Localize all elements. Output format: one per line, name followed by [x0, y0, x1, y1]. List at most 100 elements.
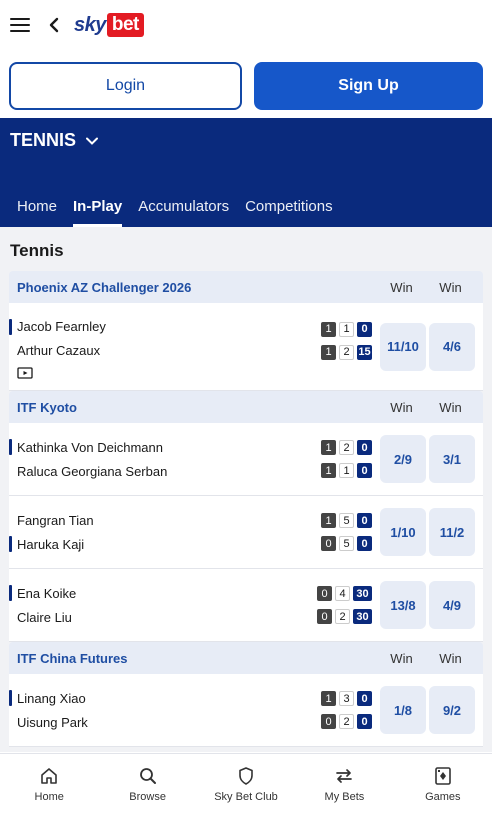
- player-name: Jacob Fearnley: [9, 315, 321, 339]
- logo-bet-text: bet: [106, 13, 144, 37]
- sets-score: 1: [321, 513, 336, 528]
- games-score: 5: [339, 513, 354, 528]
- odds-button[interactable]: 4/9: [429, 581, 475, 629]
- games-score: 4: [335, 586, 350, 601]
- points-score: 0: [357, 440, 372, 455]
- odds-button[interactable]: 9/2: [429, 686, 475, 734]
- nav-my-bets[interactable]: My Bets: [295, 754, 393, 815]
- player-name: Kathinka Von Deichmann: [9, 435, 321, 459]
- nav-label: My Bets: [324, 791, 365, 803]
- odds-button[interactable]: 4/6: [429, 322, 475, 371]
- sets-score: 1: [321, 691, 336, 706]
- points-score: 0: [357, 321, 372, 337]
- live-stream-icon[interactable]: [17, 366, 33, 379]
- sport-header: TENNIS Home In-Play Accumulators Competi…: [0, 118, 492, 227]
- scoreboard: 120 110: [321, 423, 372, 495]
- sky-bet-logo[interactable]: sky bet: [74, 13, 144, 37]
- sets-score: 0: [317, 586, 332, 601]
- odds-button[interactable]: 2/9: [380, 435, 426, 483]
- match-players: Linang Xiao Uisung Park: [9, 674, 321, 746]
- competition-header[interactable]: ITF Kyoto Win Win: [9, 391, 483, 423]
- win-column-label: Win: [439, 399, 462, 415]
- match-players: Ena Koike Claire Liu: [9, 569, 317, 641]
- odds-button[interactable]: 11/10: [380, 322, 426, 371]
- tab-accumulators[interactable]: Accumulators: [138, 198, 229, 227]
- nav-browse[interactable]: Browse: [98, 754, 196, 815]
- player-name: Uisung Park: [17, 714, 88, 730]
- back-arrow-icon[interactable]: [46, 17, 62, 33]
- odds-button[interactable]: 11/2: [429, 508, 475, 556]
- points-score: 30: [353, 609, 372, 624]
- odds-group: 1/10 11/2: [380, 496, 483, 568]
- serving-indicator: [9, 439, 12, 455]
- odds-group: 1/8 9/2: [380, 674, 483, 746]
- nav-label: Home: [34, 791, 64, 803]
- games-score: 2: [339, 714, 354, 729]
- shield-icon: [239, 767, 253, 785]
- sport-tabs: Home In-Play Accumulators Competitions: [0, 198, 350, 227]
- sets-score: 1: [321, 321, 336, 337]
- sets-score: 0: [317, 609, 332, 624]
- chevron-down-icon: [86, 137, 99, 145]
- tab-competitions[interactable]: Competitions: [245, 198, 333, 227]
- scoreboard: 130 020: [321, 674, 372, 746]
- login-button[interactable]: Login: [9, 62, 242, 110]
- odds-button[interactable]: 13/8: [380, 581, 426, 629]
- match-players: Fangran Tian Haruka Kaji: [9, 496, 321, 568]
- competition-name: ITF Kyoto: [17, 399, 77, 415]
- games-score: 3: [339, 691, 354, 706]
- match-row[interactable]: Ena Koike Claire Liu 0 4 30 0 2 30 13/8 4/9: [9, 569, 483, 642]
- competition-header[interactable]: ITF China Futures Win Win: [9, 642, 483, 674]
- odds-button[interactable]: 1/8: [380, 686, 426, 734]
- points-score: 15: [357, 344, 372, 360]
- scoreboard: 150 050: [321, 496, 372, 568]
- sport-selector[interactable]: TENNIS: [10, 130, 99, 151]
- match-row[interactable]: Fangran Tian Haruka Kaji 150 050 1/10 11…: [9, 496, 483, 569]
- sport-title: TENNIS: [10, 130, 77, 150]
- win-column-label: Win: [439, 279, 462, 295]
- nav-games[interactable]: Games: [394, 754, 492, 815]
- player-name: Linang Xiao: [9, 686, 321, 710]
- logo-sky-text: sky: [74, 13, 106, 36]
- tab-home[interactable]: Home: [17, 198, 57, 227]
- win-column-label: Win: [439, 650, 462, 666]
- games-score: 2: [335, 609, 350, 624]
- search-icon: [139, 768, 156, 784]
- odds-button[interactable]: 3/1: [429, 435, 475, 483]
- nav-home[interactable]: Home: [0, 754, 98, 815]
- player-name: Raluca Georgiana Serban: [17, 463, 168, 479]
- cards-icon: [435, 767, 451, 785]
- match-row[interactable]: Jacob Fearnley Arthur Cazaux 110 1 2 15 11…: [9, 303, 483, 391]
- points-score: 0: [357, 513, 372, 528]
- points-score: 0: [357, 463, 372, 478]
- tab-in-play[interactable]: In-Play: [73, 198, 123, 227]
- signup-button[interactable]: Sign Up: [254, 62, 483, 110]
- nav-sky-bet-club[interactable]: Sky Bet Club: [197, 754, 295, 815]
- points-score: 0: [357, 536, 372, 551]
- player-name: Claire Liu: [17, 609, 72, 625]
- menu-icon[interactable]: [10, 18, 30, 32]
- points-score: 0: [357, 691, 372, 706]
- games-score: 2: [339, 344, 354, 360]
- games-score: 1: [339, 321, 354, 337]
- sets-score: 0: [321, 714, 336, 729]
- win-column-label: Win: [390, 650, 413, 666]
- sets-score: 1: [321, 344, 336, 360]
- games-score: 5: [339, 536, 354, 551]
- match-row[interactable]: Kathinka Von Deichmann Raluca Georgiana …: [9, 423, 483, 496]
- match-players: Kathinka Von Deichmann Raluca Georgiana …: [9, 423, 321, 495]
- serving-indicator: [9, 536, 12, 552]
- games-score: 2: [339, 440, 354, 455]
- sets-score: 1: [321, 463, 336, 478]
- swap-icon: [336, 769, 353, 783]
- in-play-content: Tennis Phoenix AZ Challenger 2026 Win Wi…: [0, 227, 492, 752]
- serving-indicator: [9, 585, 12, 601]
- points-score: 0: [357, 714, 372, 729]
- odds-button[interactable]: 1/10: [380, 508, 426, 556]
- top-bar: sky bet: [0, 0, 492, 50]
- scoreboard: 0 4 30 0 2 30: [317, 569, 372, 641]
- odds-group: 13/8 4/9: [380, 569, 483, 641]
- match-row[interactable]: Linang Xiao Uisung Park 130 020 1/8 9/2: [9, 674, 483, 747]
- player-name: Fangran Tian: [17, 512, 94, 528]
- competition-header[interactable]: Phoenix AZ Challenger 2026 Win Win: [9, 271, 483, 303]
